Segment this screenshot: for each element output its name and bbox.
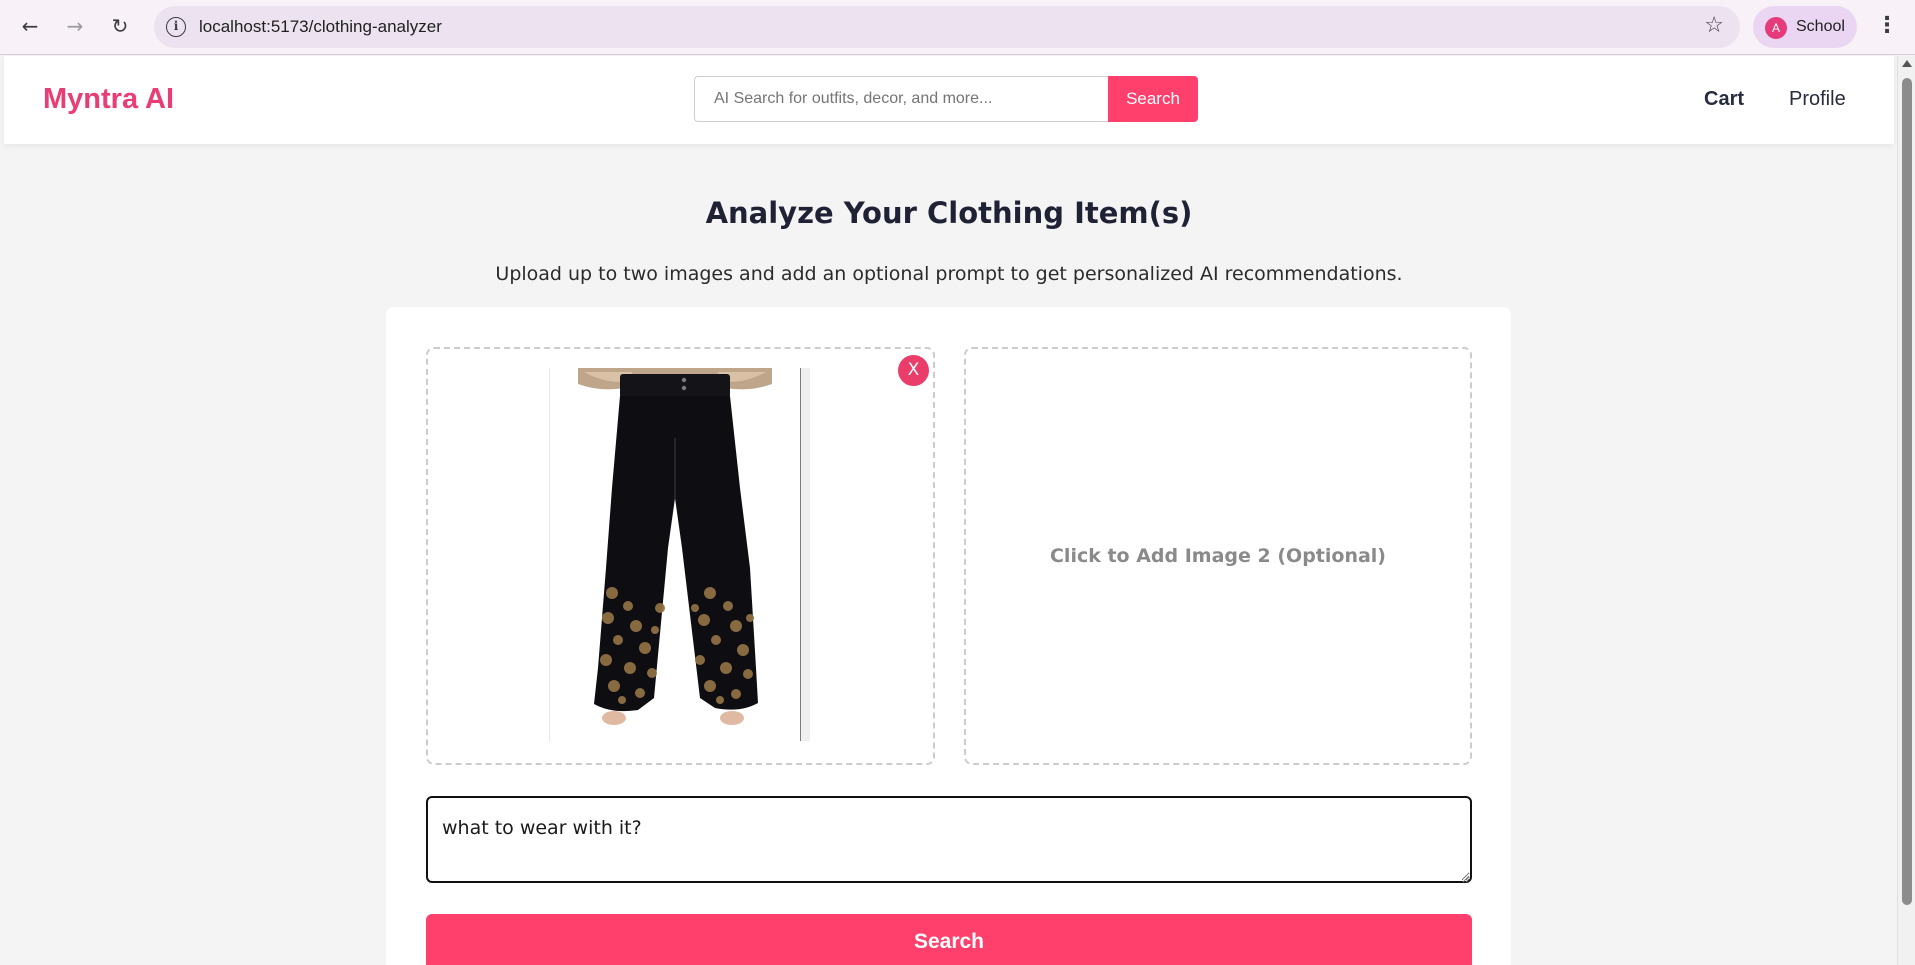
resize-grip-icon[interactable]	[1460, 873, 1470, 883]
menu-kebab-icon[interactable]: ⋮	[1876, 12, 1898, 40]
remove-image-button[interactable]: X	[898, 355, 929, 386]
uploaded-image-preview	[549, 368, 810, 741]
site-info-icon[interactable]: i	[166, 17, 186, 37]
header-search: Search	[694, 76, 1198, 122]
pants-image	[578, 368, 772, 725]
scroll-up-arrow-icon[interactable]	[1902, 60, 1912, 67]
back-icon[interactable]: ←	[16, 12, 44, 40]
analyze-search-button[interactable]: Search	[426, 914, 1472, 965]
app-header: Myntra AI Search Cart Profile	[4, 56, 1894, 144]
image-upload-slot-1[interactable]: X	[426, 347, 935, 765]
search-button[interactable]: Search	[1108, 76, 1198, 122]
nav-cart-link[interactable]: Cart	[1704, 88, 1744, 111]
address-url[interactable]: localhost:5173/clothing-analyzer	[199, 17, 442, 37]
analyzer-card: X Click to Add Image 2 (Optional) what t…	[386, 307, 1511, 965]
forward-icon[interactable]: →	[61, 12, 89, 40]
logo[interactable]: Myntra AI	[43, 83, 174, 116]
add-image-2-label: Click to Add Image 2 (Optional)	[1049, 545, 1386, 567]
page-title: Analyze Your Clothing Item(s)	[705, 196, 1193, 230]
address-bar[interactable]: i localhost:5173/clothing-analyzer ☆	[154, 6, 1740, 48]
browser-profile-button[interactable]: A School	[1753, 6, 1857, 48]
avatar: A	[1765, 17, 1787, 39]
bookmark-star-icon[interactable]: ☆	[1704, 13, 1724, 38]
scrollbar-thumb[interactable]	[1902, 78, 1912, 905]
page-scrollbar[interactable]	[1897, 56, 1915, 965]
search-input[interactable]	[694, 76, 1108, 122]
browser-toolbar: ← → ↻ i localhost:5173/clothing-analyzer…	[0, 0, 1915, 55]
reload-icon[interactable]: ↻	[106, 12, 134, 40]
nav-profile-link[interactable]: Profile	[1789, 88, 1846, 111]
image-upload-slot-2[interactable]: Click to Add Image 2 (Optional)	[964, 347, 1472, 765]
prompt-textarea[interactable]: what to wear with it?	[426, 796, 1472, 883]
page-subtitle: Upload up to two images and add an optio…	[495, 263, 1403, 285]
profile-name: School	[1796, 18, 1845, 35]
